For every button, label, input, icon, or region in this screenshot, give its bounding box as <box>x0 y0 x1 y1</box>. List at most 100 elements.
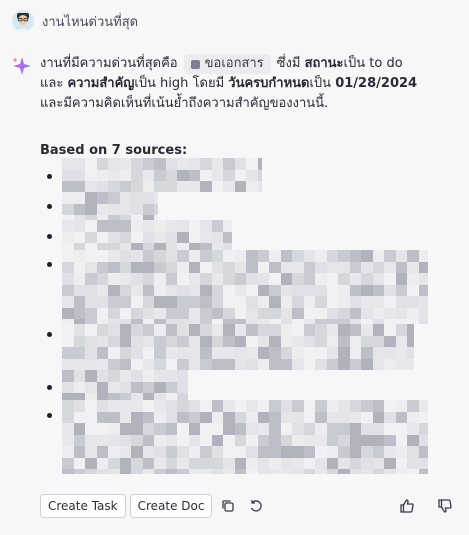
status-mid: เป็น to do <box>343 56 403 71</box>
redacted-pixel <box>418 261 428 273</box>
redacted-pixel <box>315 261 327 273</box>
redacted-pixel <box>349 411 361 423</box>
redacted-pixel <box>315 411 327 423</box>
redacted-pixel <box>96 181 108 192</box>
redacted-pixel <box>73 158 85 170</box>
redacted-pixel <box>177 169 189 181</box>
redacted-pixel <box>177 457 189 469</box>
redacted-pixel <box>361 457 373 469</box>
redacted-pixel <box>188 347 200 359</box>
redacted-pixel <box>407 358 414 370</box>
redacted-pixel <box>177 181 189 192</box>
create-doc-button[interactable]: Create Doc <box>129 494 213 518</box>
redacted-pixel <box>142 169 154 181</box>
redacted-pixel <box>384 296 396 308</box>
redacted-pixel <box>223 457 235 469</box>
redacted-pixel <box>165 243 177 250</box>
redacted-pixel <box>361 307 373 319</box>
redacted-pixel <box>119 169 131 181</box>
redacted-pixel <box>96 358 108 370</box>
redacted-pixel <box>372 250 384 262</box>
redacted-pixel <box>292 273 304 285</box>
redacted-pixel <box>188 358 200 370</box>
redacted-pixel <box>303 434 315 446</box>
redacted-pixel <box>188 284 200 296</box>
create-task-button[interactable]: Create Task <box>40 494 126 518</box>
redacted-pixel <box>395 457 407 469</box>
redacted-pixel <box>372 296 384 308</box>
redacted-pixel <box>326 347 338 359</box>
redacted-pixel <box>96 381 108 393</box>
redacted-pixel <box>108 400 120 412</box>
redacted-pixel <box>131 284 143 296</box>
redacted-pixel <box>108 411 120 423</box>
redacted-pixel <box>85 446 97 458</box>
redacted-pixel <box>73 220 85 232</box>
thumbs-down-icon[interactable] <box>433 494 457 518</box>
redacted-pixel <box>280 335 292 347</box>
redacted-pixel <box>200 296 212 308</box>
redacted-pixel <box>280 307 292 319</box>
task-chip[interactable]: ขอเอกสาร <box>183 54 271 74</box>
redacted-pixel <box>246 358 258 370</box>
redacted-pixel <box>384 273 396 285</box>
status-label: สถานะ <box>304 56 344 71</box>
regenerate-icon[interactable] <box>244 494 268 518</box>
redacted-pixel <box>372 400 384 412</box>
redacted-pixel <box>257 469 269 474</box>
redacted-pixel <box>85 231 97 243</box>
redacted-pixel <box>303 307 315 319</box>
redacted-pixel <box>280 347 292 359</box>
copy-icon[interactable] <box>216 494 240 518</box>
redacted-pixel <box>142 358 154 370</box>
redacted-pixel <box>165 411 177 423</box>
redacted-source-block <box>62 220 232 250</box>
redacted-pixel <box>338 250 350 262</box>
thumbs-up-icon[interactable] <box>395 494 419 518</box>
redacted-pixel <box>211 181 223 192</box>
redacted-pixel <box>85 243 97 250</box>
redacted-pixel <box>407 273 419 285</box>
redacted-pixel <box>292 434 304 446</box>
redacted-pixel <box>154 220 166 232</box>
redacted-pixel <box>211 324 223 336</box>
redacted-pixel <box>407 434 419 446</box>
redacted-pixel <box>372 469 384 474</box>
redacted-pixel <box>62 273 74 285</box>
redacted-pixel <box>131 381 143 393</box>
redacted-pixel <box>85 358 97 370</box>
redacted-pixel <box>131 273 143 285</box>
ai-sparkle-icon <box>12 57 31 75</box>
redacted-pixel <box>372 324 384 336</box>
redacted-pixel <box>142 381 154 393</box>
redacted-pixel <box>200 446 212 458</box>
redacted-pixel <box>188 181 200 192</box>
redacted-pixel <box>96 296 108 308</box>
source-bullet <box>47 204 52 209</box>
redacted-pixel <box>315 273 327 285</box>
redacted-pixel <box>407 296 419 308</box>
redacted-source-block <box>62 324 414 370</box>
redacted-pixel <box>418 411 428 423</box>
redacted-pixel <box>280 434 292 446</box>
redacted-pixel <box>269 358 281 370</box>
redacted-pixel <box>200 347 212 359</box>
redacted-pixel <box>188 446 200 458</box>
redacted-pixel <box>131 231 143 243</box>
redacted-pixel <box>165 261 177 273</box>
redacted-pixel <box>85 335 97 347</box>
redacted-pixel <box>96 411 108 423</box>
redacted-pixel <box>62 231 74 243</box>
redacted-pixel <box>234 400 246 412</box>
redacted-pixel <box>62 358 74 370</box>
redacted-pixel <box>154 181 166 192</box>
redacted-pixel <box>62 250 74 262</box>
redacted-pixel <box>326 469 338 474</box>
redacted-pixel <box>292 358 304 370</box>
redacted-pixel <box>154 261 166 273</box>
redacted-pixel <box>246 181 258 192</box>
redacted-pixel <box>372 347 384 359</box>
redacted-pixel <box>108 370 120 382</box>
redacted-pixel <box>96 243 108 250</box>
redacted-pixel <box>234 469 246 474</box>
